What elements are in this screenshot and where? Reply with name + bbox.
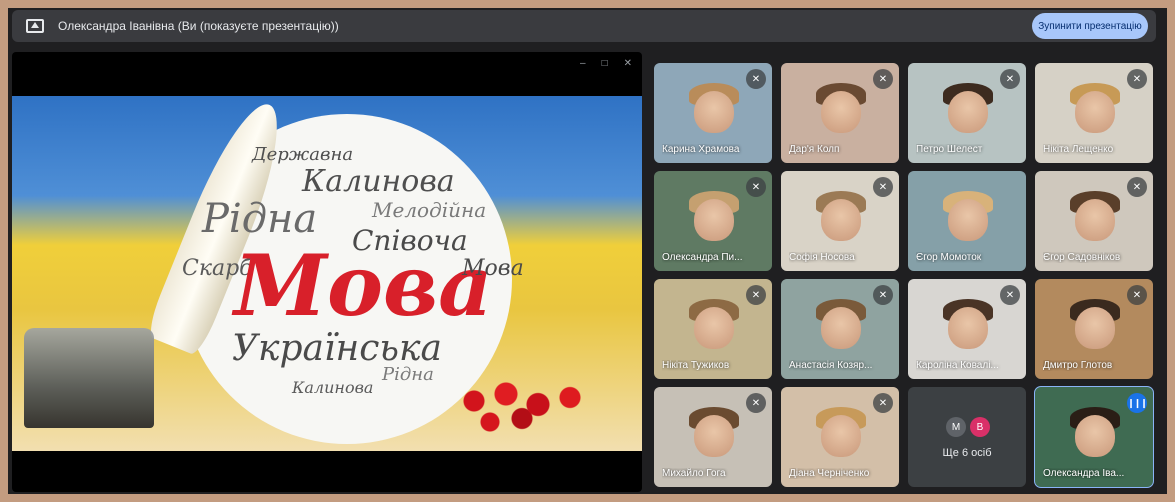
participant-tile[interactable]: ✕ Софія Носова: [781, 171, 899, 271]
participant-tile[interactable]: ✕ Діана Черніченко: [781, 387, 899, 487]
participants-grid: ✕ Карина Храмова ✕ Дар'я Колп ✕ Петро Шелест ✕…: [654, 63, 1155, 488]
mic-off-icon: ✕: [746, 393, 766, 413]
slide-word: Українська: [232, 328, 442, 369]
participant-tile[interactable]: ✕ Дмитро Глотов: [1035, 279, 1153, 379]
slide-word: Калинова: [292, 378, 374, 397]
participant-face: [694, 415, 735, 457]
participant-face: [1075, 307, 1116, 349]
participant-tile[interactable]: Єгор Момоток: [908, 171, 1026, 271]
mic-off-icon: ✕: [746, 285, 766, 305]
slide-word: Мелодійна: [372, 198, 487, 222]
participant-name: Карина Храмова: [662, 144, 740, 155]
participant-tile[interactable]: ✕ Олександра Пи...: [654, 171, 772, 271]
participant-face: [694, 307, 735, 349]
mic-off-icon: ✕: [1127, 285, 1147, 305]
mic-off-icon: ✕: [873, 393, 893, 413]
window-controls: – □ ✕: [580, 58, 632, 69]
participant-tile[interactable]: ✕ Нікіта Тужиков: [654, 279, 772, 379]
participant-face: [821, 91, 862, 133]
participant-face: [821, 307, 862, 349]
slide-word: Рідна: [382, 364, 434, 385]
participant-name: Олександра Іва...: [1043, 468, 1125, 479]
presenting-banner: Олександра Іванівна (Ви (показуєте презе…: [12, 10, 1156, 42]
self-participant-tile[interactable]: ❙❙❙ Олександра Іва...: [1034, 386, 1154, 488]
participant-tile[interactable]: ✕ Карина Храмова: [654, 63, 772, 163]
presentation-view: – □ ✕ Державна Калинова Рідна Мелодійна …: [12, 52, 642, 492]
stop-presenting-button[interactable]: Зупинити презентацію: [1032, 13, 1148, 39]
participant-name: Нікіта Лещенко: [1043, 144, 1114, 155]
mic-off-icon: ✕: [1000, 69, 1020, 89]
mic-off-icon: ✕: [746, 177, 766, 197]
mic-off-icon: ✕: [746, 69, 766, 89]
participant-tile[interactable]: ✕ Михайло Гога: [654, 387, 772, 487]
participant-face: [1075, 415, 1116, 457]
avatar-group: МВ: [946, 417, 990, 437]
participant-name: Діана Черніченко: [789, 468, 870, 479]
slide-word: Мова: [462, 256, 524, 281]
participant-face: [694, 91, 735, 133]
mic-off-icon: ✕: [873, 285, 893, 305]
participant-face: [948, 307, 989, 349]
participant-name: Олександра Пи...: [662, 252, 743, 263]
participant-name: Єгор Момоток: [916, 252, 982, 263]
more-participants-tile[interactable]: М В Ще 6 осіб: [908, 387, 1026, 487]
more-participants-label: Ще 6 осіб: [942, 447, 992, 459]
mic-off-icon: ✕: [873, 69, 893, 89]
participant-face: [821, 415, 862, 457]
participant-name: Дар'я Колп: [789, 144, 840, 155]
viburnum-berries: [442, 366, 602, 436]
avatar: М: [946, 417, 966, 437]
participant-name: Михайло Гога: [662, 468, 726, 479]
present-icon: [26, 19, 44, 33]
participant-face: [1075, 91, 1116, 133]
participant-name: Петро Шелест: [916, 144, 983, 155]
minimize-icon[interactable]: –: [580, 58, 586, 69]
mic-off-icon: ✕: [1127, 177, 1147, 197]
mic-off-icon: ✕: [1127, 69, 1147, 89]
slide-title-word: Мова: [234, 236, 493, 335]
speaking-icon: ❙❙❙: [1127, 393, 1148, 413]
slide-word: Калинова: [302, 164, 455, 199]
avatar: В: [970, 417, 990, 437]
participant-tile[interactable]: ✕ Петро Шелест: [908, 63, 1026, 163]
participant-tile[interactable]: ✕ Нікіта Лещенко: [1035, 63, 1153, 163]
banner-text: Олександра Іванівна (Ви (показуєте презе…: [58, 19, 339, 33]
participant-face: [948, 199, 989, 241]
participant-tile[interactable]: ✕ Кароліна Ковалі...: [908, 279, 1026, 379]
participant-face: [948, 91, 989, 133]
participant-tile[interactable]: ✕ Єгор Садовніков: [1035, 171, 1153, 271]
mic-off-icon: ✕: [1000, 285, 1020, 305]
participant-face: [694, 199, 735, 241]
participant-face: [1075, 199, 1116, 241]
participant-tile[interactable]: ✕ Анастасія Козяр...: [781, 279, 899, 379]
slide-image: Державна Калинова Рідна Мелодійна Співоч…: [12, 96, 642, 451]
close-icon[interactable]: ✕: [624, 58, 632, 69]
participant-name: Анастасія Козяр...: [789, 360, 873, 371]
mic-off-icon: ✕: [873, 177, 893, 197]
maximize-icon[interactable]: □: [602, 58, 608, 69]
participant-name: Нікіта Тужиков: [662, 360, 730, 371]
participant-name: Дмитро Глотов: [1043, 360, 1113, 371]
inkwell: [24, 328, 154, 428]
participant-name: Кароліна Ковалі...: [916, 360, 999, 371]
participant-tile[interactable]: ✕ Дар'я Колп: [781, 63, 899, 163]
participant-face: [821, 199, 862, 241]
participant-name: Єгор Садовніков: [1043, 252, 1121, 263]
participant-name: Софія Носова: [789, 252, 855, 263]
slide-word: Державна: [252, 144, 354, 165]
